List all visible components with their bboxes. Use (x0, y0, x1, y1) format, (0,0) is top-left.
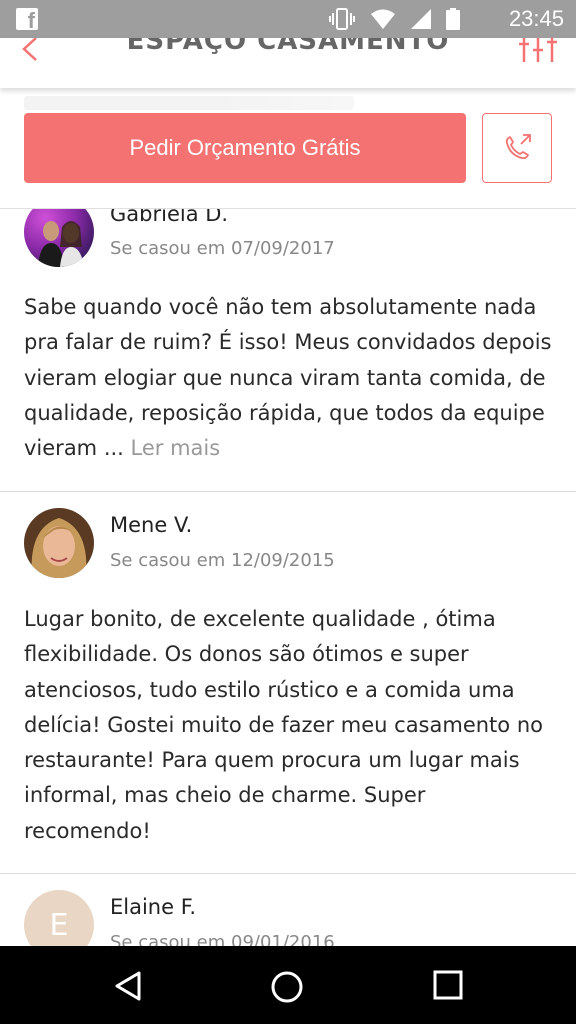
phone-call-icon (505, 134, 531, 160)
review-text: Sabe quando você não tem absolutamente n… (24, 290, 554, 466)
avatar (24, 508, 94, 578)
app-header: ESPAÇO CASAMENTO (0, 38, 576, 88)
wifi-icon (371, 9, 395, 29)
wedding-date: Se casou em 09/01/2016 (110, 932, 335, 946)
divider (0, 491, 576, 492)
avatar-initial: E (49, 907, 69, 943)
divider (0, 873, 576, 874)
reviewer-name: Elaine F. (110, 895, 197, 919)
recents-nav-icon[interactable] (433, 970, 463, 1000)
vibrate-icon (329, 8, 355, 30)
filter-sliders-icon[interactable] (518, 38, 558, 62)
reviewer-name: Gabriela D. (110, 208, 229, 226)
status-bar: f 23:45 (0, 0, 576, 38)
page-title: ESPAÇO CASAMENTO (126, 38, 450, 56)
clock: 23:45 (508, 6, 564, 31)
avatar: E (24, 890, 94, 946)
back-nav-icon[interactable] (112, 970, 144, 1002)
action-bar: Pedir Orçamento Grátis (0, 88, 576, 209)
scrolled-text-fragment (24, 96, 354, 110)
review-text: Lugar bonito, de excelente qualidade , ó… (24, 607, 543, 843)
call-button[interactable] (482, 113, 552, 183)
system-navigation-bar (0, 946, 576, 1024)
review-body: Sabe quando você não tem absolutamente n… (24, 295, 552, 461)
reviewer-name: Mene V. (110, 513, 193, 537)
request-quote-button[interactable]: Pedir Orçamento Grátis (24, 113, 466, 183)
reviews-list: Gabriela D. Se casou em 07/09/2017 Sabe … (0, 208, 576, 946)
facebook-icon: f (16, 8, 38, 32)
wedding-date: Se casou em 07/09/2017 (110, 238, 335, 259)
wedding-date: Se casou em 12/09/2015 (110, 550, 335, 571)
avatar (24, 208, 94, 267)
battery-icon (446, 8, 460, 30)
signal-icon (411, 9, 431, 29)
read-more-link[interactable]: Ler mais (131, 436, 221, 460)
home-nav-icon[interactable] (270, 970, 304, 1004)
